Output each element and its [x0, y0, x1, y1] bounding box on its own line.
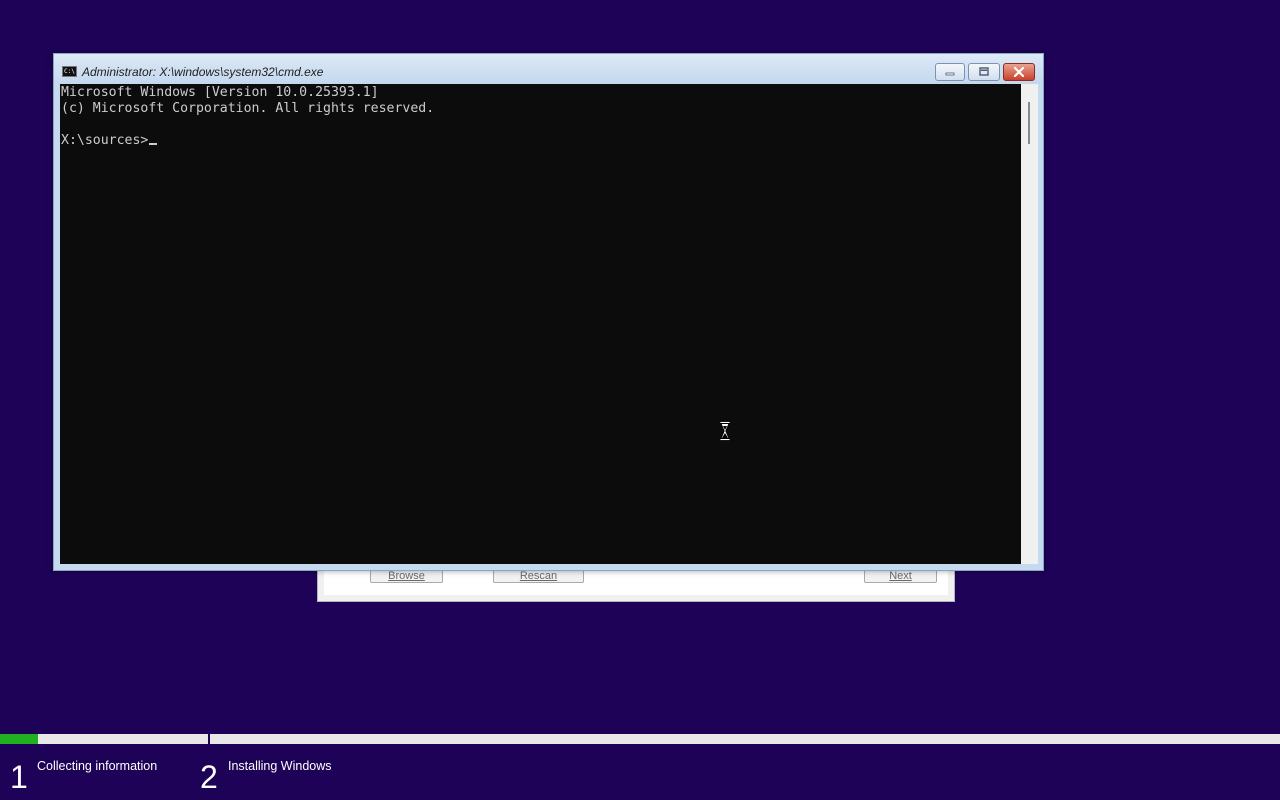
progress-fill — [0, 734, 39, 744]
text-cursor — [149, 143, 158, 145]
cmd-titlebar[interactable]: C:\ Administrator: X:\windows\system32\c… — [54, 54, 1043, 84]
command-prompt: X:\sources> — [61, 133, 149, 148]
cmd-window[interactable]: C:\ Administrator: X:\windows\system32\c… — [53, 53, 1044, 571]
setup-progress-bar — [0, 734, 1280, 744]
minimize-icon — [945, 72, 955, 76]
console-line: Microsoft Windows [Version 10.0.25393.1] — [61, 85, 379, 100]
close-icon — [1013, 67, 1025, 77]
browse-button-label: Browse — [388, 570, 425, 582]
step-label: Collecting information — [37, 759, 158, 773]
progress-step-divider — [208, 734, 210, 744]
step-label: Installing Windows — [228, 759, 332, 773]
console-output[interactable]: Microsoft Windows [Version 10.0.25393.1]… — [60, 84, 1021, 564]
minimize-button[interactable] — [935, 63, 965, 81]
vertical-scrollbar[interactable] — [1021, 84, 1038, 564]
cmd-icon: C:\ — [62, 66, 77, 77]
prompt-line: X:\sources> — [61, 133, 1021, 149]
step-number: 2 — [200, 759, 218, 795]
close-button[interactable] — [1003, 63, 1035, 81]
next-button-label: Next — [889, 570, 912, 582]
maximize-icon — [979, 67, 989, 76]
hourglass-cursor-icon — [719, 421, 731, 441]
rescan-button-label: Rescan — [519, 570, 558, 582]
step-number: 1 — [10, 759, 28, 795]
maximize-button[interactable] — [968, 63, 1000, 81]
scrollbar-thumb[interactable] — [1028, 102, 1030, 144]
window-title: Administrator: X:\windows\system32\cmd.e… — [82, 65, 324, 79]
console-line: (c) Microsoft Corporation. All rights re… — [61, 101, 435, 116]
